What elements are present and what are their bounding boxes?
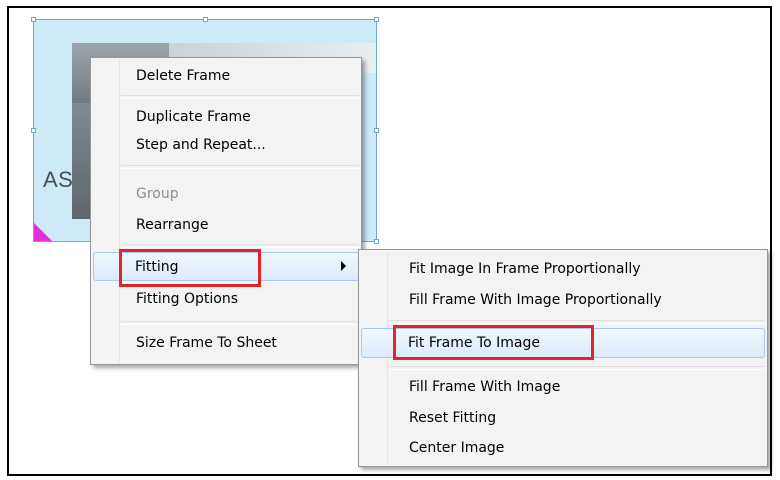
submenu-arrow-icon — [341, 261, 346, 271]
menu-item-step-and-repeat[interactable]: Step and Repeat... — [93, 131, 359, 159]
menu-separator — [389, 320, 765, 324]
menu-separator — [121, 165, 359, 169]
menu-item-label: Center Image — [409, 440, 505, 456]
submenu-item-center-image[interactable]: Center Image — [361, 434, 765, 462]
menu-item-label: Size Frame To Sheet — [136, 335, 277, 351]
menu-item-delete-frame[interactable]: Delete Frame — [93, 62, 359, 90]
frame-text: AS — [43, 167, 74, 192]
menu-item-fitting-options[interactable]: Fitting Options — [93, 285, 359, 313]
menu-item-label: Reset Fitting — [409, 410, 497, 426]
frame-corner-marker — [34, 223, 52, 241]
menu-item-label: Duplicate Frame — [136, 109, 251, 125]
menu-separator — [121, 321, 359, 325]
menu-item-size-frame-to-sheet[interactable]: Size Frame To Sheet — [93, 329, 359, 357]
resize-handle-middle-right[interactable] — [374, 128, 379, 133]
submenu-item-fill-frame-with-image-proportionally[interactable]: Fill Frame With Image Proportionally — [361, 286, 765, 314]
menu-item-label: Delete Frame — [136, 68, 231, 84]
submenu-item-fit-image-in-frame-proportionally[interactable]: Fit Image In Frame Proportionally — [361, 255, 765, 283]
menu-separator — [121, 95, 359, 99]
resize-handle-top-left[interactable] — [31, 17, 36, 22]
resize-handle-top-right[interactable] — [374, 17, 379, 22]
menu-item-label: Step and Repeat... — [136, 137, 266, 153]
menu-separator — [121, 244, 359, 248]
annotation-box-fit-frame-to-image — [393, 325, 594, 360]
menu-item-label: Fitting Options — [136, 291, 239, 307]
resize-handle-middle-left[interactable] — [31, 128, 36, 133]
context-menu: Delete Frame Duplicate Frame Step and Re… — [90, 57, 362, 365]
menu-item-label: Group — [136, 186, 179, 202]
annotation-box-fitting — [119, 249, 261, 287]
resize-handle-bottom-right[interactable] — [374, 239, 379, 244]
submenu-item-reset-fitting[interactable]: Reset Fitting — [361, 404, 765, 432]
menu-item-rearrange[interactable]: Rearrange — [93, 211, 359, 239]
menu-item-label: Fit Image In Frame Proportionally — [409, 261, 641, 277]
resize-handle-top-center[interactable] — [203, 17, 208, 22]
menu-item-label: Rearrange — [136, 217, 209, 233]
menu-item-label: Fill Frame With Image Proportionally — [409, 292, 662, 308]
menu-item-label: Fill Frame With Image — [409, 379, 561, 395]
menu-separator — [389, 366, 765, 370]
menu-item-group: Group — [93, 180, 359, 208]
menu-item-duplicate-frame[interactable]: Duplicate Frame — [93, 103, 359, 131]
submenu-item-fill-frame-with-image[interactable]: Fill Frame With Image — [361, 373, 765, 401]
